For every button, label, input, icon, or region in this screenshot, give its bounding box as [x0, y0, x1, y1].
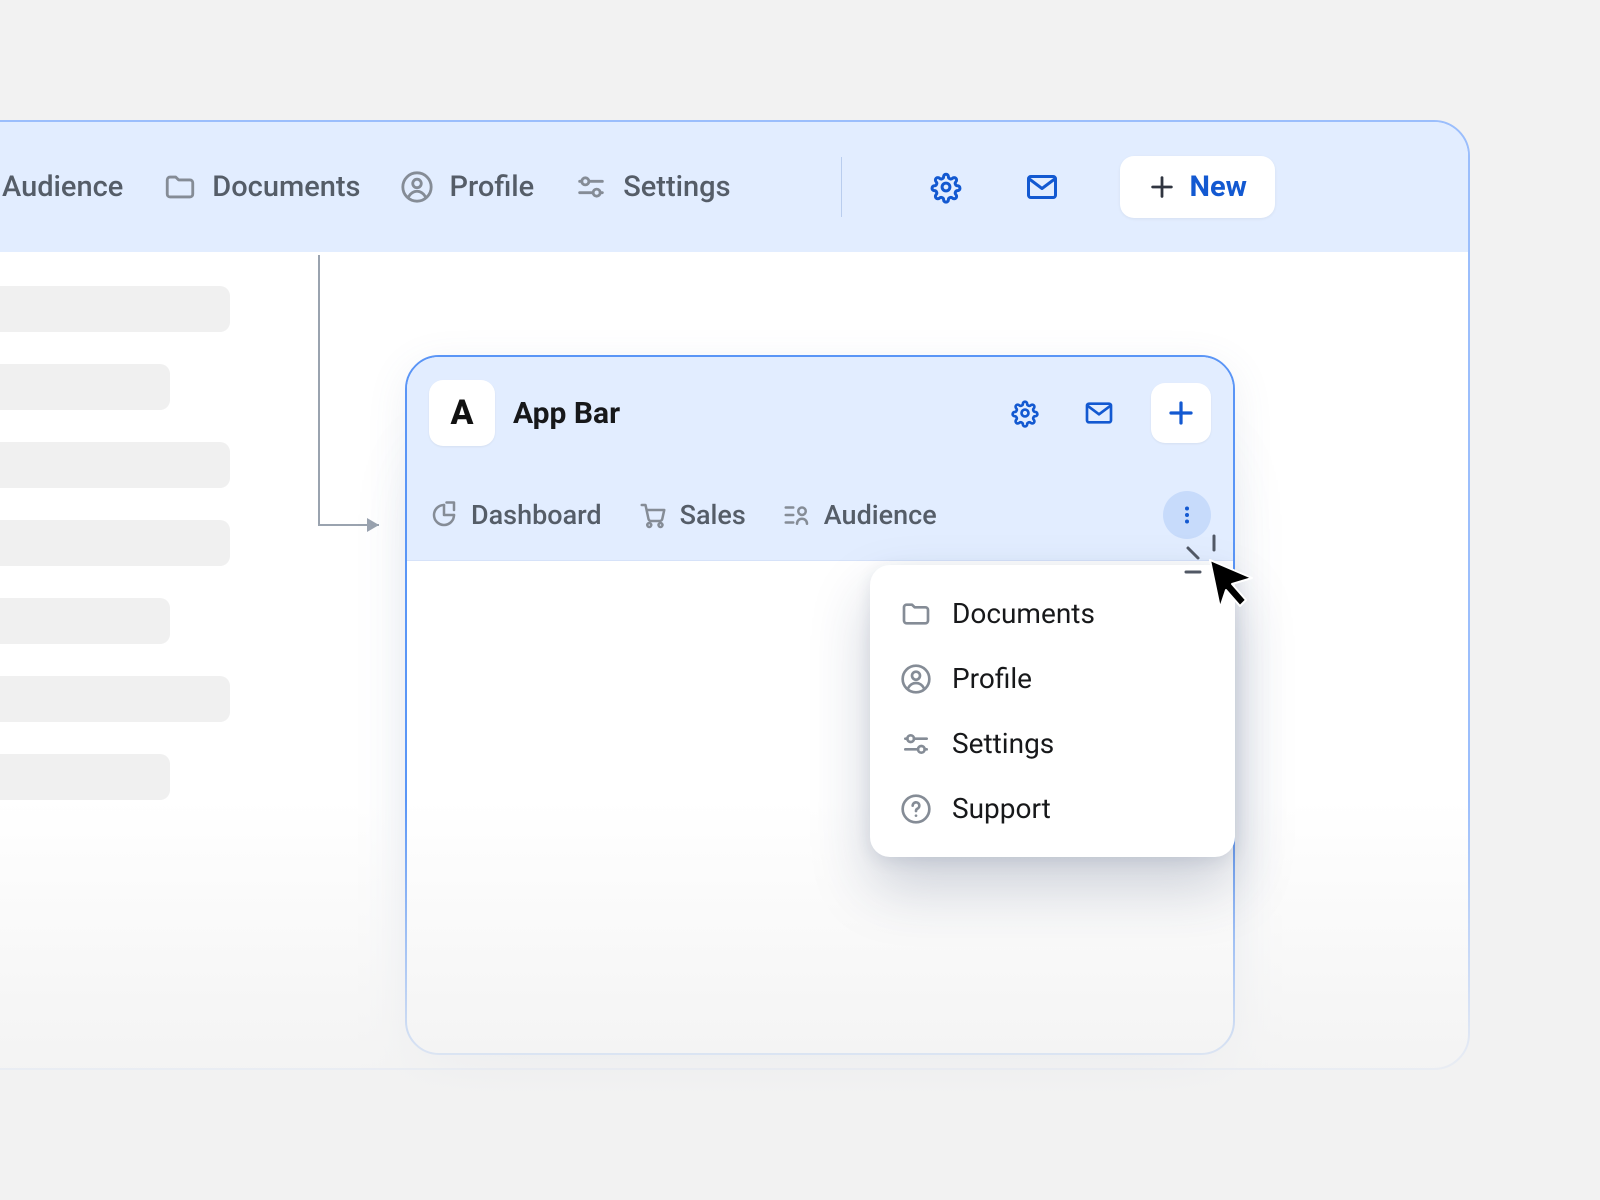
folder-icon — [900, 598, 932, 630]
dropdown-item-label: Documents — [952, 597, 1095, 630]
nav-profile[interactable]: Profile — [400, 170, 534, 204]
sliders-icon — [900, 728, 932, 760]
audience-icon — [782, 500, 812, 530]
tab-dashboard[interactable]: Dashboard — [429, 499, 602, 531]
front-tabbar: Dashboard Sales Audience — [407, 469, 1233, 561]
tab-sales-label: Sales — [680, 499, 746, 531]
back-header: Audience Documents Profile Settings — [0, 122, 1468, 252]
skeleton-row — [0, 520, 230, 566]
front-toolbar: A App Bar — [407, 357, 1233, 469]
nav-audience-label: Audience — [2, 170, 123, 204]
skeleton-row — [0, 442, 230, 488]
pie-chart-icon — [429, 500, 459, 530]
app-title: App Bar — [513, 396, 620, 431]
tab-dashboard-label: Dashboard — [471, 499, 602, 531]
nav-documents-label: Documents — [212, 170, 360, 204]
overflow-menu-button[interactable] — [1163, 491, 1211, 539]
dropdown-item-settings[interactable]: Settings — [870, 711, 1235, 776]
tab-audience[interactable]: Audience — [782, 499, 937, 531]
new-button-label: New — [1190, 170, 1247, 204]
help-circle-icon — [900, 793, 932, 825]
folder-icon — [163, 170, 197, 204]
sliders-icon — [574, 170, 608, 204]
user-circle-icon — [400, 170, 434, 204]
tab-audience-label: Audience — [824, 499, 937, 531]
nav-audience[interactable]: Audience — [2, 170, 123, 204]
settings-gear-icon[interactable] — [1009, 397, 1041, 429]
settings-gear-icon[interactable] — [928, 169, 964, 205]
skeleton-list — [0, 286, 230, 800]
mail-icon[interactable] — [1024, 169, 1060, 205]
mail-icon[interactable] — [1083, 397, 1115, 429]
app-logo-letter: A — [451, 393, 474, 433]
dropdown-item-documents[interactable]: Documents — [870, 581, 1235, 646]
skeleton-row — [0, 598, 170, 644]
nav-settings[interactable]: Settings — [574, 170, 730, 204]
overflow-dropdown: Documents Profile Settings Support — [870, 565, 1235, 857]
plus-icon — [1148, 173, 1176, 201]
nav-profile-label: Profile — [449, 170, 534, 204]
skeleton-row — [0, 676, 230, 722]
app-logo[interactable]: A — [429, 380, 495, 446]
nav-settings-label: Settings — [623, 170, 730, 204]
dropdown-item-label: Settings — [952, 727, 1054, 760]
header-divider — [841, 157, 842, 217]
dropdown-item-label: Support — [952, 792, 1051, 825]
tab-sales[interactable]: Sales — [638, 499, 746, 531]
new-button[interactable]: New — [1120, 156, 1275, 218]
dropdown-item-label: Profile — [952, 662, 1032, 695]
skeleton-row — [0, 286, 230, 332]
nav-documents[interactable]: Documents — [163, 170, 360, 204]
dots-vertical-icon — [1175, 503, 1199, 527]
skeleton-row — [0, 364, 170, 410]
cart-icon — [638, 500, 668, 530]
skeleton-row — [0, 754, 170, 800]
dropdown-item-profile[interactable]: Profile — [870, 646, 1235, 711]
dropdown-item-support[interactable]: Support — [870, 776, 1235, 841]
user-circle-icon — [900, 663, 932, 695]
new-button[interactable] — [1151, 383, 1211, 443]
